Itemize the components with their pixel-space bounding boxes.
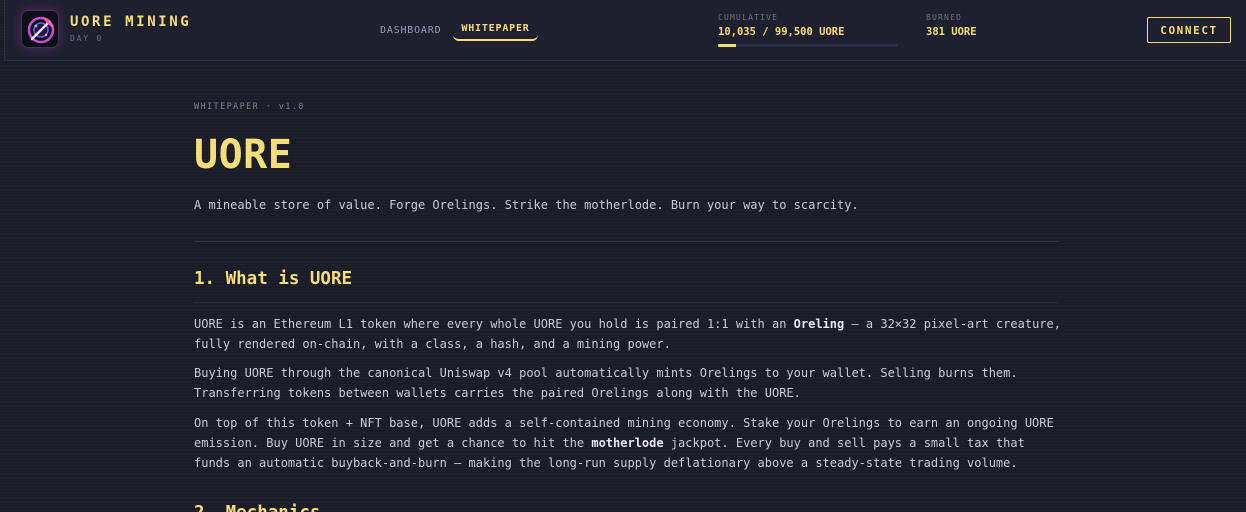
heading-underline [194,302,1058,303]
page-tagline: A mineable store of value. Forge Oreling… [194,198,859,212]
nav-dashboard-link[interactable]: DASHBOARD [380,25,441,36]
section-heading-mechanics: 2. Mechanics [194,503,320,512]
top-navigation-bar: UORE MINING DAY 0 DASHBOARD WHITEPAPER C… [4,0,1246,61]
page-title: UORE [194,132,293,178]
section-heading-what-is-uore: 1. What is UORE [194,269,353,289]
brand-title: UORE MINING [70,14,192,30]
brand-subtitle: DAY 0 [70,34,104,43]
paragraph-text: UORE is an Ethereum L1 token where every… [194,317,794,331]
paragraph-buying: Buying UORE through the canonical Uniswa… [194,366,1018,400]
cumulative-value: 10,035 / 99,500 UORE [718,26,845,38]
section-divider [194,241,1058,242]
cumulative-label: CUMULATIVE [718,13,779,22]
paragraph-mining-economy: On top of this token + NFT base, UORE ad… [194,413,1064,473]
burned-label: BURNED [926,13,963,22]
paragraph-intro: UORE is an Ethereum L1 token where every… [194,314,1064,354]
nav-whitepaper-link[interactable]: WHITEPAPER [453,19,538,41]
connect-wallet-button[interactable]: CONNECT [1147,17,1231,43]
oreling-term: Oreling [793,317,845,331]
motherlode-term: motherlode [591,436,664,450]
cumulative-progress-bar [718,44,898,47]
ore-pickaxe-icon[interactable] [21,10,59,48]
cumulative-progress-fill [718,44,737,47]
burned-value: 381 UORE [926,26,977,38]
page-eyebrow: WHITEPAPER · v1.0 [194,102,305,112]
